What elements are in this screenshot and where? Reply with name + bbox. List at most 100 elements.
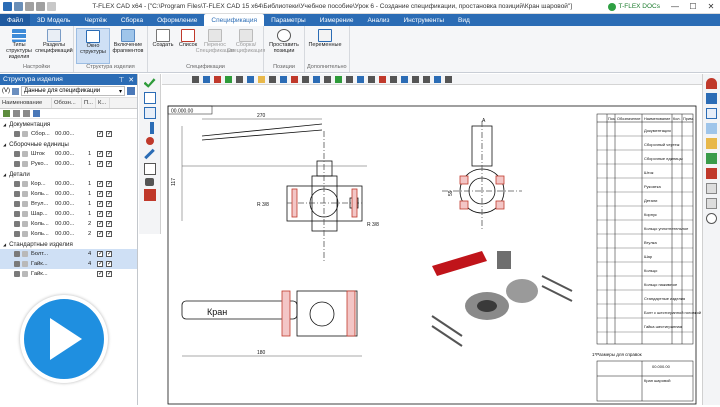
pen-icon[interactable] <box>144 148 155 160</box>
tree-section[interactable]: ◢ Стандартные изделия <box>0 239 137 249</box>
tree-row[interactable]: Шар... 00.00... 1 ✓ ✓ <box>0 209 137 219</box>
tree-row[interactable]: Шток 00.00... 1 ✓ ✓ <box>0 149 137 159</box>
lock-icon[interactable] <box>22 271 28 277</box>
lock-icon[interactable] <box>22 161 28 167</box>
docs-button[interactable]: T-FLEX DOCs <box>608 2 660 11</box>
lock-icon[interactable] <box>145 178 154 186</box>
draw-tool-icon[interactable] <box>203 75 210 83</box>
lock-icon[interactable] <box>22 201 28 207</box>
pin-icon[interactable]: ⊤ <box>118 76 124 84</box>
tab-specification[interactable]: Спецификация <box>204 14 265 26</box>
tree-row[interactable]: Втул... 00.00... 1 ✓ ✓ <box>0 199 137 209</box>
tree-row[interactable]: Болт... 4 ✓ ✓ <box>0 249 137 259</box>
visible-checkbox[interactable]: ✓ <box>106 221 112 227</box>
visible-checkbox[interactable]: ✓ <box>106 131 112 137</box>
tree-section[interactable]: ◢ Документация <box>0 119 137 129</box>
include-checkbox[interactable]: ✓ <box>97 221 103 227</box>
tree-row[interactable]: Руко... 00.00... 1 ✓ ✓ <box>0 159 137 169</box>
zoom-icon[interactable] <box>706 213 717 224</box>
video-play-button[interactable] <box>20 295 108 383</box>
visible-checkbox[interactable]: ✓ <box>106 211 112 217</box>
expand-icon[interactable] <box>13 110 20 117</box>
include-checkbox[interactable]: ✓ <box>97 191 103 197</box>
lock-icon[interactable] <box>22 131 28 137</box>
tree-row[interactable]: Кор... 00.00... 1 ✓ ✓ <box>0 179 137 189</box>
tab-formatting[interactable]: Оформление <box>150 14 204 26</box>
draw-tool-icon[interactable] <box>379 75 386 83</box>
structure-window-button[interactable]: Окно структуры <box>76 28 110 64</box>
lock-icon[interactable] <box>22 151 28 157</box>
tab-view[interactable]: Вид <box>451 14 477 26</box>
draw-tool-icon[interactable] <box>434 75 441 83</box>
include-checkbox[interactable]: ✓ <box>97 161 103 167</box>
filter-icon[interactable] <box>706 168 717 179</box>
draw-tool-icon[interactable] <box>335 75 342 83</box>
filter-select[interactable]: Данные для спецификации ▾ <box>21 86 125 96</box>
draw-tool-icon[interactable] <box>412 75 419 83</box>
lock-icon[interactable] <box>22 211 28 217</box>
draw-tool-icon[interactable] <box>423 75 430 83</box>
visible-checkbox[interactable]: ✓ <box>106 231 112 237</box>
draw-tool-icon[interactable] <box>445 75 452 83</box>
visible-checkbox[interactable]: ✓ <box>106 201 112 207</box>
magnet-icon[interactable] <box>706 78 717 89</box>
structure-types-button[interactable]: Типы структуры изделия <box>2 28 36 64</box>
collapse-arrow-icon[interactable]: ◢ <box>3 242 6 247</box>
undo-icon[interactable] <box>25 2 34 11</box>
include-checkbox[interactable]: ✓ <box>97 261 103 267</box>
visible-checkbox[interactable]: ✓ <box>106 251 112 257</box>
collapse-arrow-icon[interactable]: ◢ <box>3 172 6 177</box>
model-icon[interactable] <box>706 123 717 134</box>
list-icon[interactable] <box>143 107 156 119</box>
lock-icon[interactable] <box>22 221 28 227</box>
customize-icon[interactable] <box>47 2 56 11</box>
redo-icon[interactable] <box>36 2 45 11</box>
include-checkbox[interactable]: ✓ <box>97 271 103 277</box>
draw-tool-icon[interactable] <box>368 75 375 83</box>
draw-tool-icon[interactable] <box>225 75 232 83</box>
draw-tool-icon[interactable] <box>214 75 221 83</box>
draw-tool-icon[interactable] <box>269 75 276 83</box>
visible-checkbox[interactable]: ✓ <box>106 161 112 167</box>
include-checkbox[interactable]: ✓ <box>97 131 103 137</box>
stop-icon[interactable] <box>143 189 156 201</box>
collapse-icon[interactable] <box>23 110 30 117</box>
list-view-icon[interactable] <box>706 183 717 194</box>
save-icon[interactable] <box>14 2 23 11</box>
connect-icon[interactable] <box>145 137 154 145</box>
lock-icon[interactable] <box>22 191 28 197</box>
tab-drawing[interactable]: Чертёж <box>77 14 113 26</box>
tree-row[interactable]: Гайк... 4 ✓ ✓ <box>0 259 137 269</box>
lock-icon[interactable] <box>22 261 28 267</box>
tab-measure[interactable]: Измерение <box>313 14 361 26</box>
col-designation[interactable]: Обозн... <box>52 98 82 108</box>
filter-settings-icon[interactable] <box>127 87 135 95</box>
tree-row[interactable]: Коль... 00.00... 2 ✓ ✓ <box>0 219 137 229</box>
warning-icon[interactable] <box>149 122 154 134</box>
tree-section[interactable]: ◢ Сборочные единицы <box>0 139 137 149</box>
add-icon[interactable] <box>3 110 10 117</box>
chart-icon[interactable] <box>706 153 717 164</box>
draw-tool-icon[interactable] <box>258 75 265 83</box>
layers-icon[interactable] <box>706 93 717 104</box>
page-icon[interactable] <box>143 92 156 104</box>
assembly-spec-button[interactable]: Сборка/Спецификация <box>227 28 265 64</box>
draw-tool-icon[interactable] <box>247 75 254 83</box>
place-positions-button[interactable]: Проставить позиции <box>266 28 302 64</box>
include-fragments-button[interactable]: Включение фрагментов <box>111 28 145 64</box>
tree-row[interactable]: Коль... 00.00... 1 ✓ ✓ <box>0 189 137 199</box>
lock-icon[interactable] <box>22 251 28 257</box>
draw-tool-icon[interactable] <box>401 75 408 83</box>
draw-tool-icon[interactable] <box>280 75 287 83</box>
lock-icon[interactable] <box>22 231 28 237</box>
measure-icon[interactable] <box>143 163 156 175</box>
visible-checkbox[interactable]: ✓ <box>106 271 112 277</box>
visible-checkbox[interactable]: ✓ <box>106 151 112 157</box>
drawing-canvas[interactable]: 00.000.00 270 117 R 3/8 R 3/8 Кран 180 А… <box>162 86 702 405</box>
tree-row[interactable]: Гайк... ✓ ✓ <box>0 269 137 279</box>
history-icon[interactable] <box>706 138 717 149</box>
include-checkbox[interactable]: ✓ <box>97 251 103 257</box>
draw-tool-icon[interactable] <box>390 75 397 83</box>
visible-checkbox[interactable]: ✓ <box>106 191 112 197</box>
visible-checkbox[interactable]: ✓ <box>106 261 112 267</box>
